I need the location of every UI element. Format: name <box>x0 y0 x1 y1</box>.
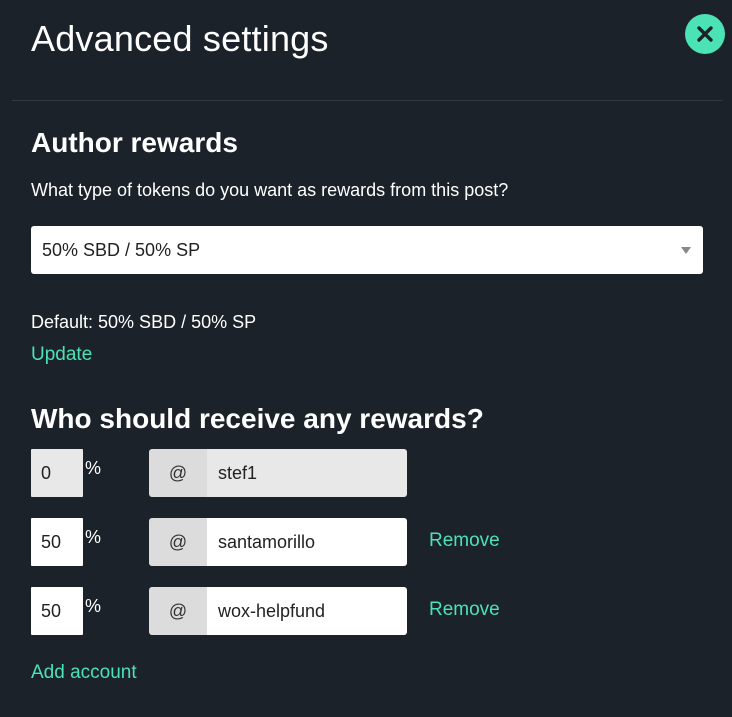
add-account-link[interactable]: Add account <box>31 662 137 684</box>
beneficiaries-heading: Who should receive any rewards? <box>31 403 484 434</box>
beneficiary-row: 50 % @ wox-helpfund Remove <box>31 587 711 635</box>
at-sign-addon: @ <box>149 587 207 635</box>
remove-beneficiary-link[interactable]: Remove <box>429 530 500 552</box>
advanced-settings-modal: Advanced settings Author rewards What ty… <box>0 0 732 717</box>
percent-input[interactable]: 50 <box>31 518 83 566</box>
chevron-down-icon <box>681 247 691 254</box>
update-default-link[interactable]: Update <box>31 344 92 366</box>
reward-type-selected-value: 50% SBD / 50% SP <box>42 239 201 260</box>
account-input[interactable]: santamorillo <box>207 518 407 566</box>
close-button[interactable] <box>685 14 725 54</box>
default-reward-text: Default: 50% SBD / 50% SP <box>31 312 257 332</box>
beneficiary-row: 0 % @ stef1 <box>31 449 711 497</box>
percent-sign: % <box>85 527 102 547</box>
account-input[interactable]: wox-helpfund <box>207 587 407 635</box>
beneficiary-row: 50 % @ santamorillo Remove <box>31 518 711 566</box>
author-rewards-heading: Author rewards <box>31 127 238 158</box>
header-divider <box>12 100 722 101</box>
percent-input[interactable]: 50 <box>31 587 83 635</box>
reward-type-question: What type of tokens do you want as rewar… <box>31 180 509 200</box>
percent-sign: % <box>85 458 102 478</box>
reward-type-select[interactable]: 50% SBD / 50% SP <box>31 226 703 274</box>
at-sign-addon: @ <box>149 449 207 497</box>
remove-beneficiary-link[interactable]: Remove <box>429 599 500 621</box>
modal-title: Advanced settings <box>31 18 329 59</box>
account-input: stef1 <box>207 449 407 497</box>
percent-input: 0 <box>31 449 83 497</box>
percent-sign: % <box>85 596 102 616</box>
at-sign-addon: @ <box>149 518 207 566</box>
close-icon <box>697 26 713 42</box>
